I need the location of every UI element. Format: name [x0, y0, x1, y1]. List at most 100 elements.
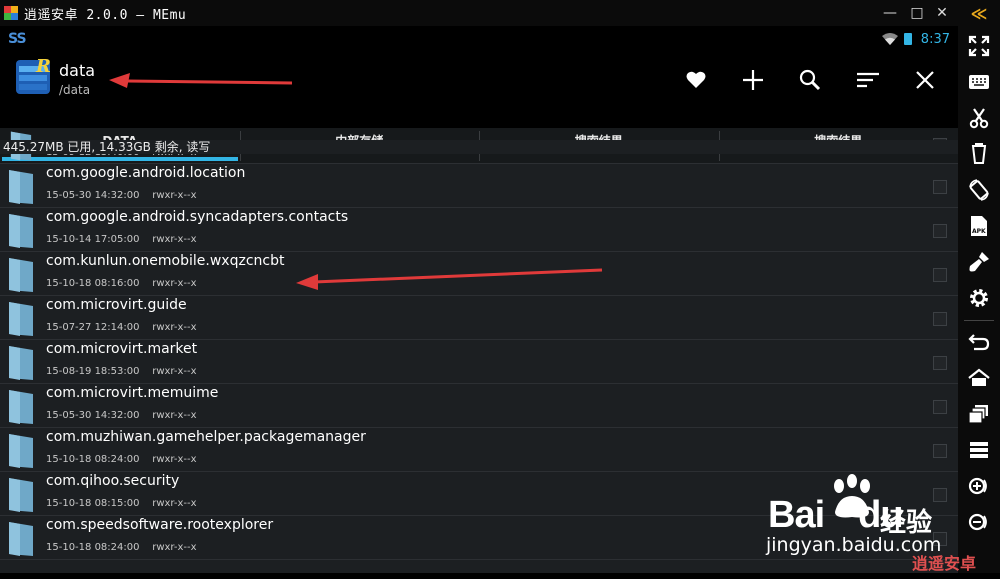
file-name: com.microvirt.memuime	[46, 385, 219, 401]
collapse-toolbar-button[interactable]: ≪	[958, 0, 1000, 26]
shake-icon	[971, 143, 987, 164]
home-icon	[968, 368, 990, 386]
select-checkbox[interactable]	[933, 312, 947, 326]
list-item[interactable]: com.speedsoftware.rootexplorer 15-10-18 …	[0, 516, 958, 560]
folder-icon	[9, 346, 33, 380]
file-meta: 15-10-18 08:16:00 rwxr-x--x	[46, 278, 197, 289]
select-checkbox[interactable]	[933, 532, 947, 546]
keyboard-icon	[969, 75, 989, 89]
battery-icon	[904, 33, 912, 45]
new-button[interactable]	[737, 64, 769, 96]
fullscreen-button[interactable]	[963, 30, 995, 62]
select-checkbox[interactable]	[933, 180, 947, 194]
root-explorer-app-icon[interactable]: R	[14, 56, 54, 98]
emulator-title-bar: 逍遥安卓 2.0.0 — MEmu — □ ✕ ≪	[0, 0, 1000, 26]
folder-icon	[9, 522, 33, 556]
emulator-side-toolbar: APK	[958, 26, 1000, 573]
svg-text:R: R	[35, 56, 51, 77]
close-icon	[916, 71, 934, 89]
file-meta: 15-10-14 17:05:00 rwxr-x--x	[46, 234, 197, 245]
settings-button[interactable]	[963, 282, 995, 314]
file-list: 15-09-12 13:40:00 rwxr-x--x com.google.a…	[0, 131, 958, 560]
menu-icon	[970, 442, 988, 458]
file-name: com.microvirt.guide	[46, 297, 187, 313]
list-item[interactable]: com.qihoo.security 15-10-18 08:15:00 rwx…	[0, 472, 958, 516]
wifi-icon	[882, 33, 898, 45]
recent-apps-icon	[968, 405, 988, 424]
menu-button[interactable]	[963, 434, 995, 466]
folder-icon	[9, 170, 33, 204]
clock: 8:37	[920, 32, 950, 47]
file-name: com.google.android.location	[46, 165, 246, 181]
select-checkbox[interactable]	[933, 224, 947, 238]
brush-icon	[969, 252, 989, 272]
volume-up-button[interactable]	[963, 470, 995, 502]
sort-button[interactable]	[852, 64, 884, 96]
folder-icon	[9, 434, 33, 468]
file-meta: 15-10-18 08:24:00 rwxr-x--x	[46, 542, 197, 553]
file-meta: 15-08-19 18:53:00 rwxr-x--x	[46, 366, 197, 377]
select-checkbox[interactable]	[933, 268, 947, 282]
storage-info: 445.27MB 已用, 14.33GB 剩余, 读写	[0, 140, 958, 154]
list-item[interactable]: com.muzhiwan.gamehelper.packagemanager 1…	[0, 428, 958, 472]
volume-down-button[interactable]	[963, 506, 995, 538]
volume-up-icon	[968, 477, 987, 495]
keyboard-button[interactable]	[963, 66, 995, 98]
list-item[interactable]: com.google.android.syncadapters.contacts…	[0, 208, 958, 252]
close-button[interactable]	[909, 64, 941, 96]
back-button[interactable]	[963, 326, 995, 358]
minimize-button[interactable]: —	[878, 0, 902, 26]
install-apk-button[interactable]: APK	[963, 210, 995, 242]
action-bar: R data /data DATA 内部存储 搜索结果 搜索结果	[0, 52, 958, 164]
clean-button[interactable]	[963, 246, 995, 278]
rotate-button[interactable]	[963, 174, 995, 206]
folder-icon	[9, 390, 33, 424]
volume-down-icon	[968, 513, 987, 531]
back-icon	[968, 334, 990, 351]
plus-icon	[743, 70, 763, 90]
search-button[interactable]	[794, 64, 826, 96]
maximize-button[interactable]: □	[905, 0, 929, 26]
rotate-icon	[969, 179, 989, 201]
ss-notification-icon: SS	[8, 31, 27, 47]
android-screen: SS 8:37 R data /data 445.27MB 已用, 14.33G…	[0, 26, 958, 573]
folder-icon	[9, 478, 33, 512]
fullscreen-icon	[968, 35, 990, 57]
window-title: 逍遥安卓 2.0.0 — MEmu	[24, 7, 187, 23]
apk-icon: APK	[971, 216, 987, 236]
file-meta: 15-05-30 14:32:00 rwxr-x--x	[46, 410, 197, 421]
list-item[interactable]: com.microvirt.market 15-08-19 18:53:00 r…	[0, 340, 958, 384]
sort-icon	[857, 72, 879, 88]
file-name: com.speedsoftware.rootexplorer	[46, 517, 274, 533]
select-checkbox[interactable]	[933, 356, 947, 370]
file-meta: 15-10-18 08:15:00 rwxr-x--x	[46, 498, 197, 509]
search-icon	[799, 69, 821, 91]
scissors-icon	[969, 108, 989, 129]
file-name: com.kunlun.onemobile.wxqzcncbt	[46, 253, 285, 269]
file-meta: 15-10-18 08:24:00 rwxr-x--x	[46, 454, 197, 465]
toolbar-divider	[964, 320, 994, 321]
shake-button[interactable]	[963, 138, 995, 170]
list-item[interactable]: com.kunlun.onemobile.wxqzcncbt 15-10-18 …	[0, 252, 958, 296]
current-folder-title: data	[59, 61, 96, 80]
select-checkbox[interactable]	[933, 400, 947, 414]
file-meta: 15-05-30 14:32:00 rwxr-x--x	[46, 190, 197, 201]
recent-apps-button[interactable]	[963, 398, 995, 430]
svg-text:APK: APK	[972, 228, 986, 235]
select-checkbox[interactable]	[933, 488, 947, 502]
list-item[interactable]: com.google.android.location 15-05-30 14:…	[0, 164, 958, 208]
select-checkbox[interactable]	[933, 444, 947, 458]
folder-icon	[9, 214, 33, 248]
memu-logo-icon	[4, 6, 18, 20]
file-meta: 15-07-27 12:14:00 rwxr-x--x	[46, 322, 197, 333]
list-item[interactable]: com.microvirt.memuime 15-05-30 14:32:00 …	[0, 384, 958, 428]
file-name: com.muzhiwan.gamehelper.packagemanager	[46, 429, 366, 445]
screenshot-button[interactable]	[963, 102, 995, 134]
bookmark-button[interactable]	[680, 64, 712, 96]
file-name: com.google.android.syncadapters.contacts	[46, 209, 349, 225]
home-button[interactable]	[963, 362, 995, 394]
list-item[interactable]: com.microvirt.guide 15-07-27 12:14:00 rw…	[0, 296, 958, 340]
heart-icon	[686, 71, 706, 88]
close-window-button[interactable]: ✕	[930, 0, 954, 26]
file-name: com.qihoo.security	[46, 473, 180, 489]
